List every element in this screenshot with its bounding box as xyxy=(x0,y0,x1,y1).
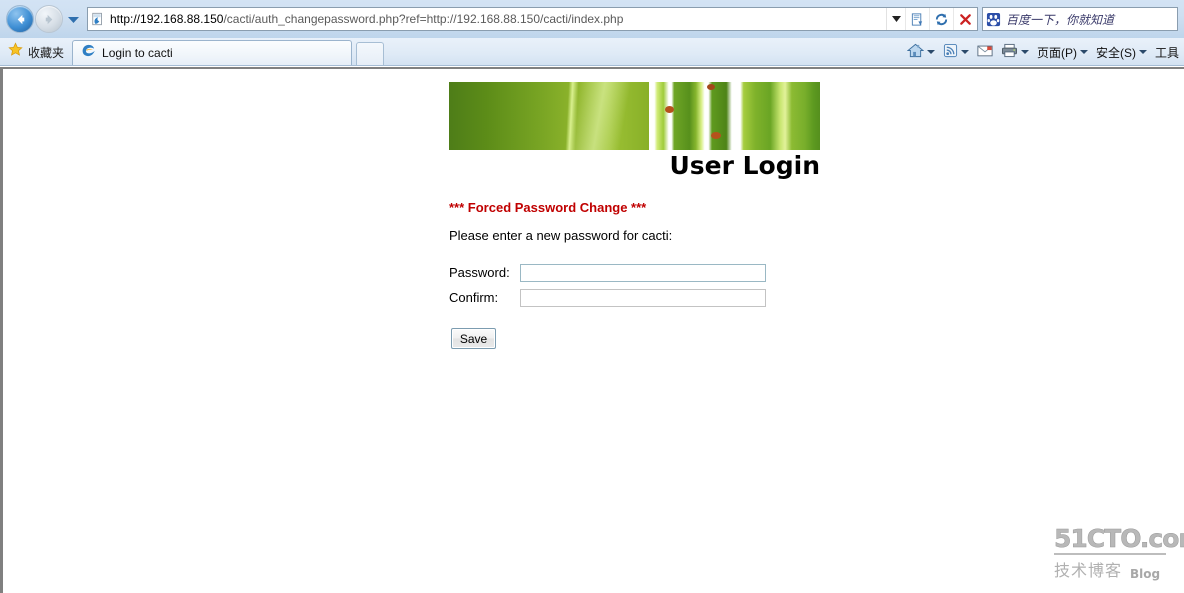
instruction-text: Please enter a new password for cacti: xyxy=(449,228,673,243)
favorites-label: 收藏夹 xyxy=(28,45,65,60)
browser-window: http://192.168.88.150/cacti/auth_changep… xyxy=(0,0,1184,593)
watermark-subtitle: 技术博客 Blog xyxy=(1054,557,1172,581)
tab-favicon-icon xyxy=(81,43,96,63)
navigation-buttons xyxy=(4,5,81,33)
search-box-text: 百度一下，你就知道 xyxy=(1006,12,1115,27)
banner-thorn-icon xyxy=(665,106,674,113)
feeds-button[interactable] xyxy=(940,41,972,63)
confirm-label: Confirm: xyxy=(449,290,499,305)
page-menu[interactable]: 页面(P) xyxy=(1034,41,1091,63)
cacti-banner-image xyxy=(449,82,820,150)
page-menu-chevron-down-icon[interactable] xyxy=(1079,50,1088,54)
watermark-subtitle-cn: 技术博客 xyxy=(1054,561,1123,580)
page-menu-label: 页面(P) xyxy=(1036,45,1077,60)
home-button[interactable] xyxy=(904,41,938,63)
favorites-button[interactable]: 收藏夹 xyxy=(0,39,72,65)
page-viewport: User Login *** Forced Password Change **… xyxy=(0,67,1184,593)
address-bar-url: http://192.168.88.150/cacti/auth_changep… xyxy=(108,12,886,26)
stop-icon[interactable] xyxy=(953,8,977,30)
print-button[interactable] xyxy=(998,41,1032,63)
print-chevron-down-icon[interactable] xyxy=(1020,50,1029,54)
login-block: User Login *** Forced Password Change **… xyxy=(449,82,849,349)
url-host: http://192.168.88.150 xyxy=(110,12,224,26)
compatibility-view-icon[interactable] xyxy=(905,8,929,30)
confirm-input[interactable] xyxy=(519,288,766,307)
search-box[interactable]: 百度一下，你就知道 xyxy=(982,7,1178,31)
tools-menu[interactable]: 工具 xyxy=(1152,41,1182,63)
command-bar: 页面(P) 安全(S) 工具 xyxy=(904,39,1184,65)
browser-tab-bar: 收藏夹 Login to cacti 页面(P) 安全(S) 工具 xyxy=(0,38,1184,66)
safety-menu-chevron-down-icon[interactable] xyxy=(1138,50,1147,54)
star-icon xyxy=(8,42,23,62)
home-icon xyxy=(906,43,925,61)
page-title: User Login xyxy=(669,151,820,180)
confirm-row: Confirm: xyxy=(449,285,766,310)
browser-toolbar-top: http://192.168.88.150/cacti/auth_changep… xyxy=(0,0,1184,38)
watermark: 51CTO.com 技术博客 Blog xyxy=(1054,524,1184,581)
url-path: /cacti/auth_changepassword.php?ref=http:… xyxy=(223,12,624,26)
banner-thorn-icon xyxy=(711,132,721,139)
feeds-chevron-down-icon[interactable] xyxy=(960,50,969,54)
page-favicon-icon xyxy=(88,8,108,30)
back-icon[interactable] xyxy=(6,5,34,33)
tab-title: Login to cacti xyxy=(102,46,173,60)
password-row: Password: xyxy=(449,260,766,285)
forward-icon[interactable] xyxy=(35,5,63,33)
password-input[interactable] xyxy=(519,263,766,282)
cacti-login-page: User Login *** Forced Password Change **… xyxy=(3,69,1184,593)
watermark-divider xyxy=(1054,553,1166,555)
print-icon xyxy=(1001,43,1018,61)
banner-segment-left xyxy=(449,82,654,150)
address-dropdown-chevron-icon[interactable] xyxy=(886,8,905,30)
banner-segment-middle xyxy=(649,82,739,150)
address-bar[interactable]: http://192.168.88.150/cacti/auth_changep… xyxy=(87,7,978,31)
tools-menu-label: 工具 xyxy=(1154,45,1179,60)
safety-menu-label: 安全(S) xyxy=(1095,45,1136,60)
refresh-icon[interactable] xyxy=(929,8,953,30)
mail-icon xyxy=(977,44,993,60)
banner-segment-right xyxy=(737,82,820,150)
safety-menu[interactable]: 安全(S) xyxy=(1093,41,1150,63)
watermark-site: 51CTO.com xyxy=(1054,524,1184,553)
mail-button[interactable] xyxy=(974,41,996,63)
watermark-subtitle-en: Blog xyxy=(1130,567,1161,581)
new-tab-button[interactable] xyxy=(356,42,385,65)
recent-pages-chevron-icon[interactable] xyxy=(65,7,81,31)
save-button[interactable]: Save xyxy=(451,328,496,349)
baidu-icon xyxy=(983,8,1003,30)
home-chevron-down-icon[interactable] xyxy=(926,50,935,54)
forced-password-change-alert: *** Forced Password Change *** xyxy=(449,200,647,215)
banner-thorn-icon xyxy=(707,84,715,90)
browser-tab-active[interactable]: Login to cacti xyxy=(72,40,353,65)
rss-icon xyxy=(943,43,958,61)
password-label: Password: xyxy=(449,265,510,280)
password-form: Password: Confirm: xyxy=(449,260,766,310)
